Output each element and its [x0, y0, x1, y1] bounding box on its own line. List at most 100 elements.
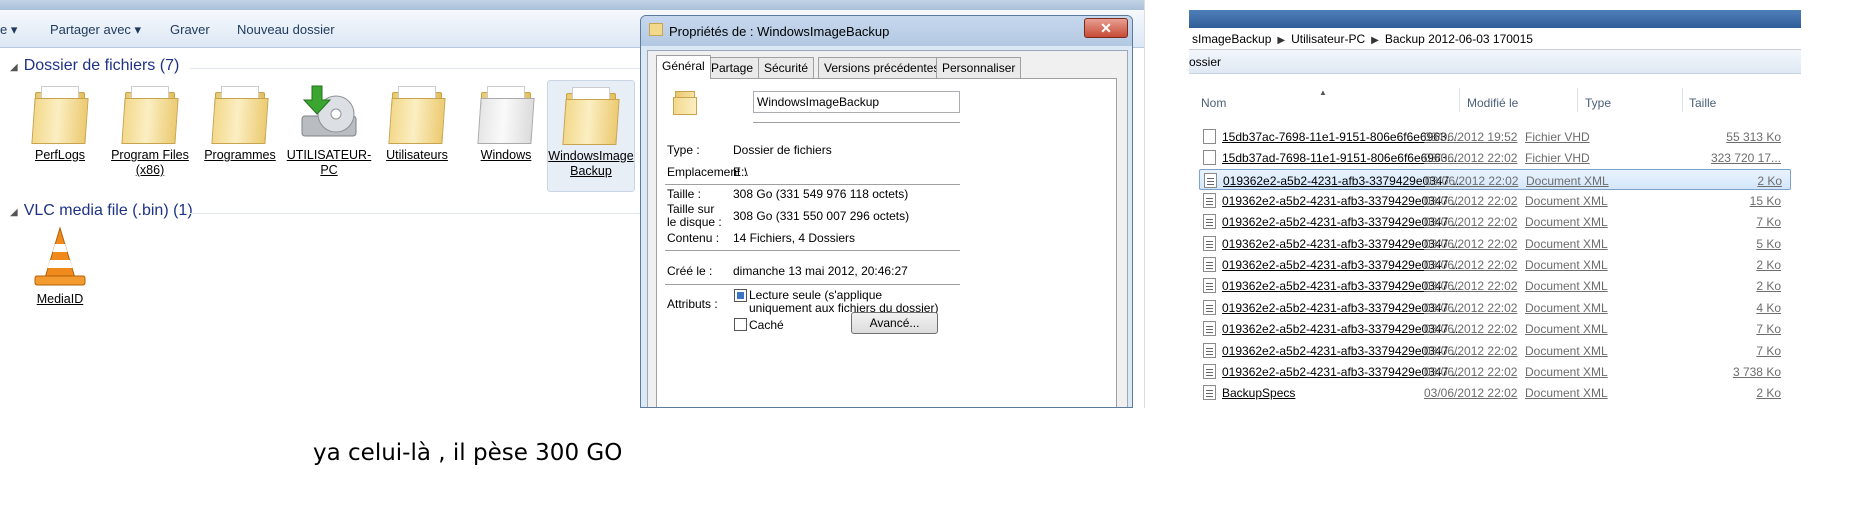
- tab-customize[interactable]: Personnaliser: [936, 57, 1022, 78]
- divider: [753, 122, 960, 123]
- size-value: 308 Go (331 549 976 118 octets): [733, 187, 909, 201]
- column-divider[interactable]: [1682, 88, 1683, 112]
- readonly-checkbox[interactable]: [734, 289, 747, 302]
- folder-icon: [560, 83, 622, 145]
- file-date: 03/06/2012 22:02: [1424, 364, 1518, 379]
- folder-icon: [649, 23, 663, 36]
- table-row[interactable]: 019362e2-a5b2-4231-afb3-3379429e0347 ...…: [1199, 168, 1791, 190]
- chevron-right-icon[interactable]: ▶: [1277, 35, 1285, 46]
- column-header-type[interactable]: Type: [1585, 96, 1611, 110]
- table-row[interactable]: 15db37ad-7698-11e1-9151-806e6f6e6963....…: [1199, 147, 1791, 168]
- xml-icon: [1203, 214, 1216, 230]
- vlc-cone-icon: [29, 226, 91, 288]
- folder-name-field[interactable]: WindowsImageBackup: [753, 91, 960, 113]
- caption-text: ya celui-là , il pèse 300 GO: [313, 440, 623, 466]
- breadcrumb-segment[interactable]: Utilisateur-PC: [1291, 32, 1365, 46]
- file-type: Document XML: [1525, 258, 1608, 273]
- window-frame-top: [0, 0, 1144, 10]
- media-item-mediaid[interactable]: MediaID: [16, 226, 104, 307]
- folder-item-utilisateurs[interactable]: Utilisateurs: [373, 82, 461, 163]
- dialog-titlebar: Propriétés de : WindowsImageBackup ✕: [641, 16, 1132, 46]
- file-size: 2 Ko: [1756, 258, 1781, 273]
- file-date: 03/06/2012 22:02: [1424, 194, 1518, 209]
- created-label: Créé le :: [667, 264, 713, 278]
- column-header-modified[interactable]: Modifié le: [1467, 96, 1518, 110]
- file-type: Document XML: [1525, 364, 1608, 379]
- tab-sharing[interactable]: Partage: [705, 57, 760, 78]
- xml-icon: [1203, 363, 1216, 379]
- tab-general[interactable]: Général: [656, 55, 711, 79]
- xml-icon: [1203, 278, 1216, 294]
- toolbar-button-new-folder[interactable]: Nouveau dossier: [237, 22, 335, 37]
- folder-item-utilisateur-pc[interactable]: UTILISATEUR-PC: [285, 82, 373, 178]
- column-header-size[interactable]: Taille: [1689, 96, 1716, 110]
- file-type: Document XML: [1525, 386, 1608, 401]
- folder-label: Utilisateurs: [386, 148, 448, 162]
- collapse-arrow-icon: ◢: [10, 62, 18, 73]
- folder-icon: [29, 82, 91, 144]
- table-row[interactable]: 019362e2-a5b2-4231-afb3-3379429e0347 ...…: [1199, 361, 1791, 382]
- hidden-checkbox[interactable]: [734, 318, 747, 331]
- chevron-right-icon[interactable]: ▶: [1371, 35, 1379, 46]
- divider: [665, 284, 960, 285]
- table-row[interactable]: 15db37ac-7698-11e1-9151-806e6f6e6963....…: [1199, 126, 1791, 147]
- dialog-title: Propriétés de : WindowsImageBackup: [669, 24, 890, 39]
- breadcrumb-segment[interactable]: sImageBackup: [1192, 32, 1271, 46]
- table-row[interactable]: 019362e2-a5b2-4231-afb3-3379429e0347 ...…: [1199, 233, 1791, 254]
- toolbar-button-burn[interactable]: Graver: [170, 22, 210, 37]
- table-row[interactable]: 019362e2-a5b2-4231-afb3-3379429e0347 ...…: [1199, 275, 1791, 296]
- disk-size-label: Taille sur le disque :: [667, 202, 722, 229]
- file-size: 2 Ko: [1756, 279, 1781, 294]
- folder-item-programmes[interactable]: Programmes: [196, 82, 284, 163]
- type-value: Dossier de fichiers: [733, 143, 832, 157]
- folder-item-perflogs[interactable]: PerfLogs: [16, 82, 104, 163]
- properties-dialog: Propriétés de : WindowsImageBackup ✕ Gén…: [640, 15, 1133, 408]
- group-divider: [190, 68, 645, 69]
- toolbar-button-organize[interactable]: e ▾: [0, 22, 17, 38]
- group-header-label: VLC media file (.bin) (1): [23, 202, 193, 219]
- tab-previous-versions[interactable]: Versions précédentes: [818, 57, 946, 78]
- table-row[interactable]: BackupSpecs 03/06/2012 22:02 Document XML 2…: [1199, 382, 1791, 403]
- table-row[interactable]: 019362e2-a5b2-4231-afb3-3379429e0347 ...…: [1199, 190, 1791, 211]
- group-header-folders[interactable]: ◢ Dossier de fichiers (7): [10, 57, 179, 75]
- explorer-window-right: sImageBackup ▶ Utilisateur-PC ▶ Backup 2012-…: [1189, 10, 1801, 428]
- file-type: Document XML: [1526, 173, 1609, 188]
- toolbar-button-new-folder[interactable]: ossier: [1189, 55, 1221, 69]
- group-header-label: Dossier de fichiers (7): [23, 57, 180, 74]
- table-row[interactable]: 019362e2-a5b2-4231-afb3-3379429e0347 ...…: [1199, 254, 1791, 275]
- tab-security[interactable]: Sécurité: [758, 57, 815, 78]
- file-icon: [1203, 150, 1216, 166]
- column-header-name[interactable]: Nom: [1201, 96, 1226, 110]
- column-divider[interactable]: [1577, 88, 1578, 112]
- group-header-vlc[interactable]: ◢ VLC media file (.bin) (1): [10, 202, 193, 220]
- close-button[interactable]: ✕: [1084, 18, 1128, 38]
- type-label: Type :: [667, 143, 700, 157]
- attributes-label: Attributs :: [667, 297, 718, 311]
- file-size: 7 Ko: [1756, 322, 1781, 337]
- file-type: Fichier VHD: [1525, 130, 1590, 144]
- file-type: Document XML: [1525, 300, 1608, 315]
- file-date: 03/06/2012 22:02: [1424, 151, 1518, 166]
- table-row[interactable]: 019362e2-a5b2-4231-afb3-3379429e0347 ...…: [1199, 297, 1791, 318]
- folder-item-windowsimagebackup[interactable]: WindowsImageBackup: [547, 80, 635, 192]
- xml-icon: [1203, 235, 1216, 251]
- table-row[interactable]: 019362e2-a5b2-4231-afb3-3379429e0347 ...…: [1199, 318, 1791, 339]
- location-value: E:\: [733, 165, 748, 179]
- toolbar-button-share[interactable]: Partager avec ▾: [50, 22, 141, 38]
- file-date: 03/06/2012 22:02: [1424, 300, 1518, 315]
- xml-icon: [1203, 342, 1216, 358]
- folder-label: PerfLogs: [34, 148, 86, 162]
- table-row[interactable]: 019362e2-a5b2-4231-afb3-3379429e0347 ...…: [1199, 340, 1791, 361]
- file-date: 03/06/2012 22:02: [1424, 258, 1518, 273]
- group-divider: [190, 213, 645, 214]
- file-size: 3 738 Ko: [1732, 364, 1781, 379]
- advanced-button[interactable]: Avancé...: [851, 312, 938, 334]
- column-divider[interactable]: [1459, 88, 1460, 112]
- folder-item-windows[interactable]: Windows: [462, 82, 550, 163]
- table-row[interactable]: 019362e2-a5b2-4231-afb3-3379429e0347 ...…: [1199, 211, 1791, 232]
- file-name: BackupSpecs: [1222, 386, 1296, 401]
- breadcrumb-segment[interactable]: Backup 2012-06-03 170015: [1385, 32, 1533, 46]
- folder-item-program-files-x86[interactable]: Program Files (x86): [106, 82, 194, 178]
- xml-icon: [1203, 257, 1216, 273]
- explorer-window-left: e ▾ Partager avec ▾ Graver Nouveau dossi…: [0, 0, 1145, 408]
